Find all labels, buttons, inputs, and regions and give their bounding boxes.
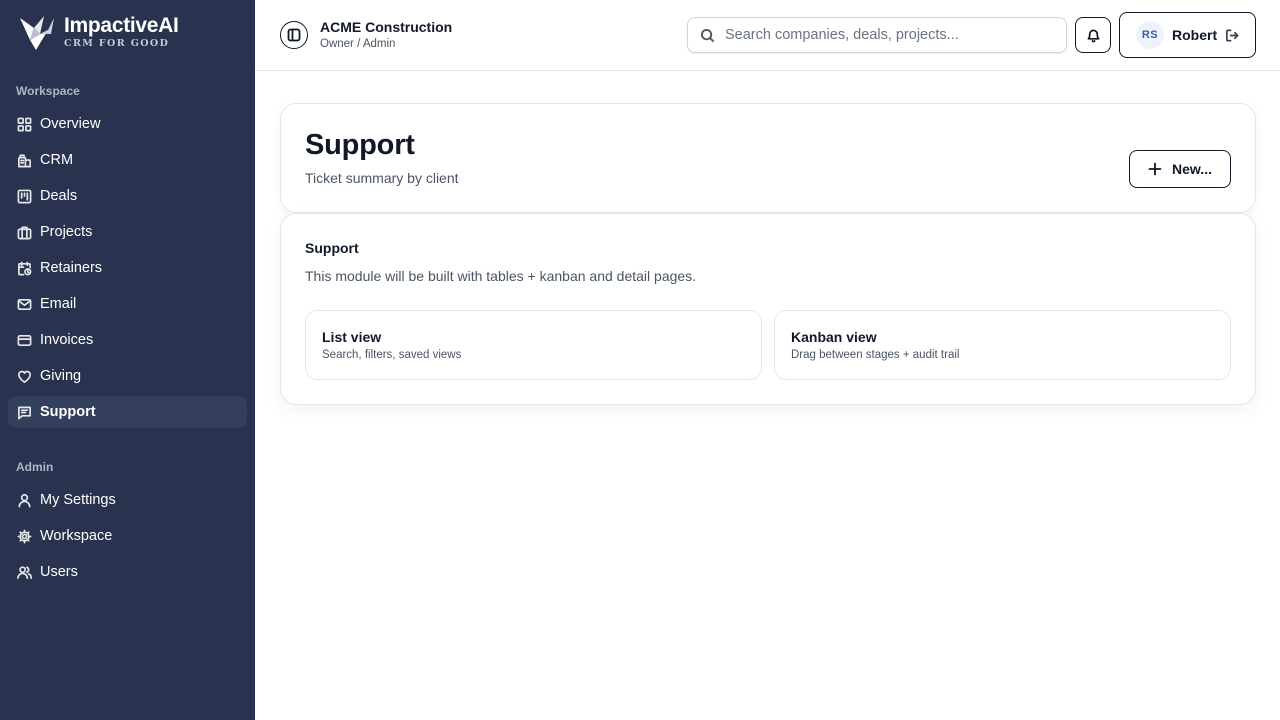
bell-icon (1087, 29, 1099, 42)
heart-icon (16, 368, 32, 384)
user-name: Robert (1172, 27, 1218, 43)
search-icon (700, 28, 715, 42)
view-subtitle: Search, filters, saved views (322, 349, 462, 361)
grid-icon (16, 116, 32, 132)
section-label-admin: Admin (16, 460, 54, 474)
mail-icon (16, 296, 32, 312)
module-title: Support (305, 240, 359, 256)
sidebar: ImpactiveAI CRM FOR GOOD Workspace Overv… (0, 0, 255, 720)
search-input[interactable] (725, 27, 1045, 43)
message-icon (16, 404, 32, 420)
brand-name: ImpactiveAI (64, 14, 179, 37)
app: ImpactiveAI CRM FOR GOOD Workspace Overv… (0, 0, 1280, 720)
brand-logo[interactable]: ImpactiveAI CRM FOR GOOD (18, 14, 198, 54)
module-card: Support This module will be built with t… (280, 213, 1256, 405)
logout-icon[interactable] (1225, 28, 1240, 43)
view-subtitle: Drag between stages + audit trail (791, 349, 960, 361)
org-role: Owner / Admin (320, 38, 396, 50)
sidebar-toggle-button[interactable] (280, 21, 308, 49)
kanban-icon (16, 188, 32, 204)
sidebar-item-label: Deals (40, 188, 78, 204)
view-title: Kanban view (791, 329, 877, 345)
sidebar-item-deals[interactable]: Deals (8, 180, 247, 212)
user-icon (16, 492, 32, 508)
list-view-card[interactable]: List view Search, filters, saved views (305, 310, 762, 380)
sidebar-item-invoices[interactable]: Invoices (8, 324, 247, 356)
topbar: ACME Construction Owner / Admin RS Rober… (255, 0, 1280, 71)
calendar-clock-icon (16, 260, 32, 276)
sidebar-item-projects[interactable]: Projects (8, 216, 247, 248)
sidebar-item-retainers[interactable]: Retainers (8, 252, 247, 284)
sidebar-item-label: Invoices (40, 332, 94, 348)
user-menu-button[interactable]: RS Robert (1119, 12, 1256, 58)
panel-left-icon (287, 28, 301, 42)
page-subtitle: Ticket summary by client (305, 170, 459, 186)
sidebar-item-email[interactable]: Email (8, 288, 247, 320)
sidebar-item-label: Projects (40, 224, 93, 240)
page-title: Support (305, 129, 415, 161)
sidebar-item-label: Overview (40, 116, 101, 132)
sidebar-item-label: Email (40, 296, 77, 312)
org-name: ACME Construction (320, 19, 453, 35)
brand-tagline: CRM FOR GOOD (64, 38, 170, 49)
new-button-label: New... (1172, 161, 1212, 177)
module-description: This module will be built with tables + … (305, 268, 697, 284)
building-icon (16, 152, 32, 168)
sidebar-item-giving[interactable]: Giving (8, 360, 247, 392)
sidebar-item-label: My Settings (40, 492, 116, 508)
sidebar-item-label: Support (40, 404, 96, 420)
sidebar-item-workspace[interactable]: Workspace (8, 520, 247, 552)
sidebar-item-label: Users (40, 564, 78, 580)
kanban-view-card[interactable]: Kanban view Drag between stages + audit … (774, 310, 1231, 380)
notifications-button[interactable] (1075, 17, 1111, 53)
users-icon (16, 564, 32, 580)
sidebar-item-label: Workspace (40, 528, 113, 544)
sidebar-item-label: Giving (40, 368, 82, 384)
avatar: RS (1136, 21, 1164, 49)
view-title: List view (322, 329, 382, 345)
sidebar-item-overview[interactable]: Overview (8, 108, 247, 140)
sidebar-item-label: Retainers (40, 260, 103, 276)
page-header-card: Support Ticket summary by client New... (280, 103, 1256, 213)
new-button[interactable]: New... (1129, 150, 1231, 188)
gear-icon (16, 528, 32, 544)
sidebar-item-my-settings[interactable]: My Settings (8, 484, 247, 516)
org-switcher[interactable]: ACME Construction Owner / Admin (320, 18, 452, 52)
plus-icon (1148, 162, 1162, 176)
section-label-workspace: Workspace (16, 84, 80, 98)
sidebar-item-users[interactable]: Users (8, 556, 247, 588)
briefcase-icon (16, 224, 32, 240)
sidebar-item-label: CRM (40, 152, 74, 168)
origami-bird-icon (20, 16, 54, 50)
sidebar-item-crm[interactable]: CRM (8, 144, 247, 176)
credit-card-icon (16, 332, 32, 348)
sidebar-item-support[interactable]: Support (8, 396, 247, 428)
search-box (687, 17, 1067, 53)
